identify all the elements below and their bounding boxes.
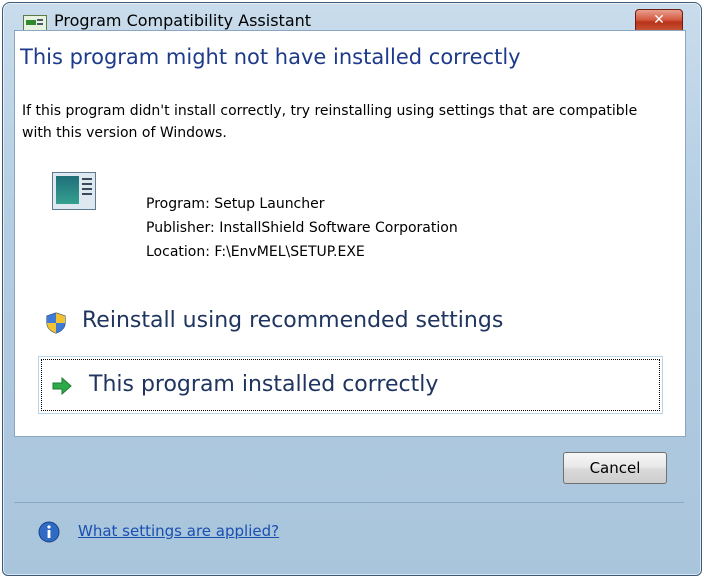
description-text: If this program didn't install correctly… [22,103,638,141]
cancel-button[interactable]: Cancel [563,452,667,484]
program-name: Program: Setup Launcher [146,196,325,212]
dialog-heading: This program might not have installed co… [20,45,521,69]
installed-correctly-label: This program installed correctly [89,372,439,397]
info-icon [38,521,60,543]
reinstall-option-label: Reinstall using recommended settings [82,308,504,333]
green-arrow-icon [52,377,72,395]
window-title: Program Compatibility Assistant [54,11,312,30]
installed-correctly-option[interactable]: This program installed correctly [38,356,663,414]
program-location: Location: F:\EnvMEL\SETUP.EXE [146,244,365,260]
publisher-name: Publisher: InstallShield Software Corpor… [146,220,458,236]
footer-divider [14,502,684,503]
settings-help-link[interactable]: What settings are applied? [78,522,279,540]
shield-icon [46,312,66,334]
app-icon [23,15,47,31]
reinstall-option[interactable]: Reinstall using recommended settings [38,296,663,354]
program-icon [52,172,96,210]
